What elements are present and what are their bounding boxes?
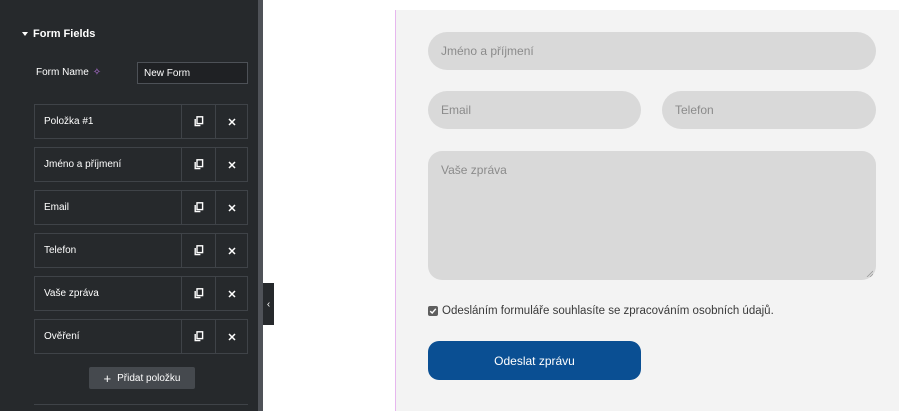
plus-icon: + [103,370,112,386]
add-item-label: Přidat položku [117,372,181,384]
repeater-item-label: Vaše zpráva [44,288,99,299]
divider [34,404,248,405]
duplicate-item-button[interactable] [181,105,215,138]
name-placeholder: Jméno a příjmení [441,44,534,58]
form-name-label-row: Form Name ✧ [36,67,101,78]
form-fields-section-header[interactable]: Form Fields [22,28,95,40]
duplicate-item-button[interactable] [181,277,215,310]
remove-item-button[interactable] [215,148,247,181]
editor-panel: Form Fields Form Name ✧ Položka #1 Jméno … [0,0,258,411]
duplicate-icon [194,116,203,127]
submit-button[interactable]: Odeslat zprávu [428,341,641,380]
close-icon [227,332,236,341]
phone-field[interactable]: Telefon [662,91,876,129]
duplicate-icon [194,288,203,299]
repeater-item[interactable]: Ověření [34,319,248,354]
duplicate-icon [194,202,203,213]
repeater-item-label: Ověření [44,331,80,342]
message-field[interactable]: Vaše zpráva [428,151,876,280]
close-icon [227,117,236,126]
duplicate-item-button[interactable] [181,148,215,181]
repeater-item-label: Telefon [44,245,77,256]
repeater-item-label: Položka #1 [44,116,94,127]
consent-text: Odesláním formuláře souhlasíte se zpraco… [442,305,774,317]
consent-checkbox[interactable] [428,306,438,316]
repeater-item[interactable]: Jméno a příjmení [34,147,248,182]
submit-label: Odeslat zprávu [494,353,575,368]
repeater-item-label: Jméno a příjmení [44,159,122,170]
message-placeholder: Vaše zpráva [441,163,507,177]
form-fields-repeater: Položka #1 Jméno a příjmení Email Telefon Va… [34,104,248,362]
close-icon [227,246,236,255]
duplicate-item-button[interactable] [181,234,215,267]
repeater-item-label: Email [44,202,70,213]
consent-row: Odesláním formuláře souhlasíte se zpraco… [428,305,774,317]
collapse-panel-button[interactable]: ‹ [263,283,274,325]
name-field[interactable]: Jméno a příjmení [428,32,876,70]
email-field[interactable]: Email [428,91,641,129]
remove-item-button[interactable] [215,320,247,353]
form-name-input[interactable] [137,62,248,84]
add-item-button[interactable]: + Přidat položku [89,367,195,389]
close-icon [227,289,236,298]
resize-grip-icon[interactable] [866,270,873,277]
sparkle-icon[interactable]: ✧ [93,67,101,78]
caret-down-icon [22,32,28,36]
repeater-item[interactable]: Telefon [34,233,248,268]
repeater-item[interactable]: Vaše zpráva [34,276,248,311]
close-icon [227,160,236,169]
email-placeholder: Email [441,103,472,117]
checkmark-icon [429,308,437,315]
remove-item-button[interactable] [215,234,247,267]
chevron-left-icon: ‹ [266,298,271,310]
phone-placeholder: Telefon [675,103,714,117]
section-title: Form Fields [33,28,96,40]
repeater-item[interactable]: Email [34,190,248,225]
duplicate-icon [194,331,203,342]
form-name-label: Form Name [36,67,89,78]
remove-item-button[interactable] [215,277,247,310]
duplicate-icon [194,159,203,170]
duplicate-item-button[interactable] [181,191,215,224]
close-icon [227,203,236,212]
duplicate-item-button[interactable] [181,320,215,353]
remove-item-button[interactable] [215,191,247,224]
remove-item-button[interactable] [215,105,247,138]
repeater-item[interactable]: Položka #1 [34,104,248,139]
duplicate-icon [194,245,203,256]
